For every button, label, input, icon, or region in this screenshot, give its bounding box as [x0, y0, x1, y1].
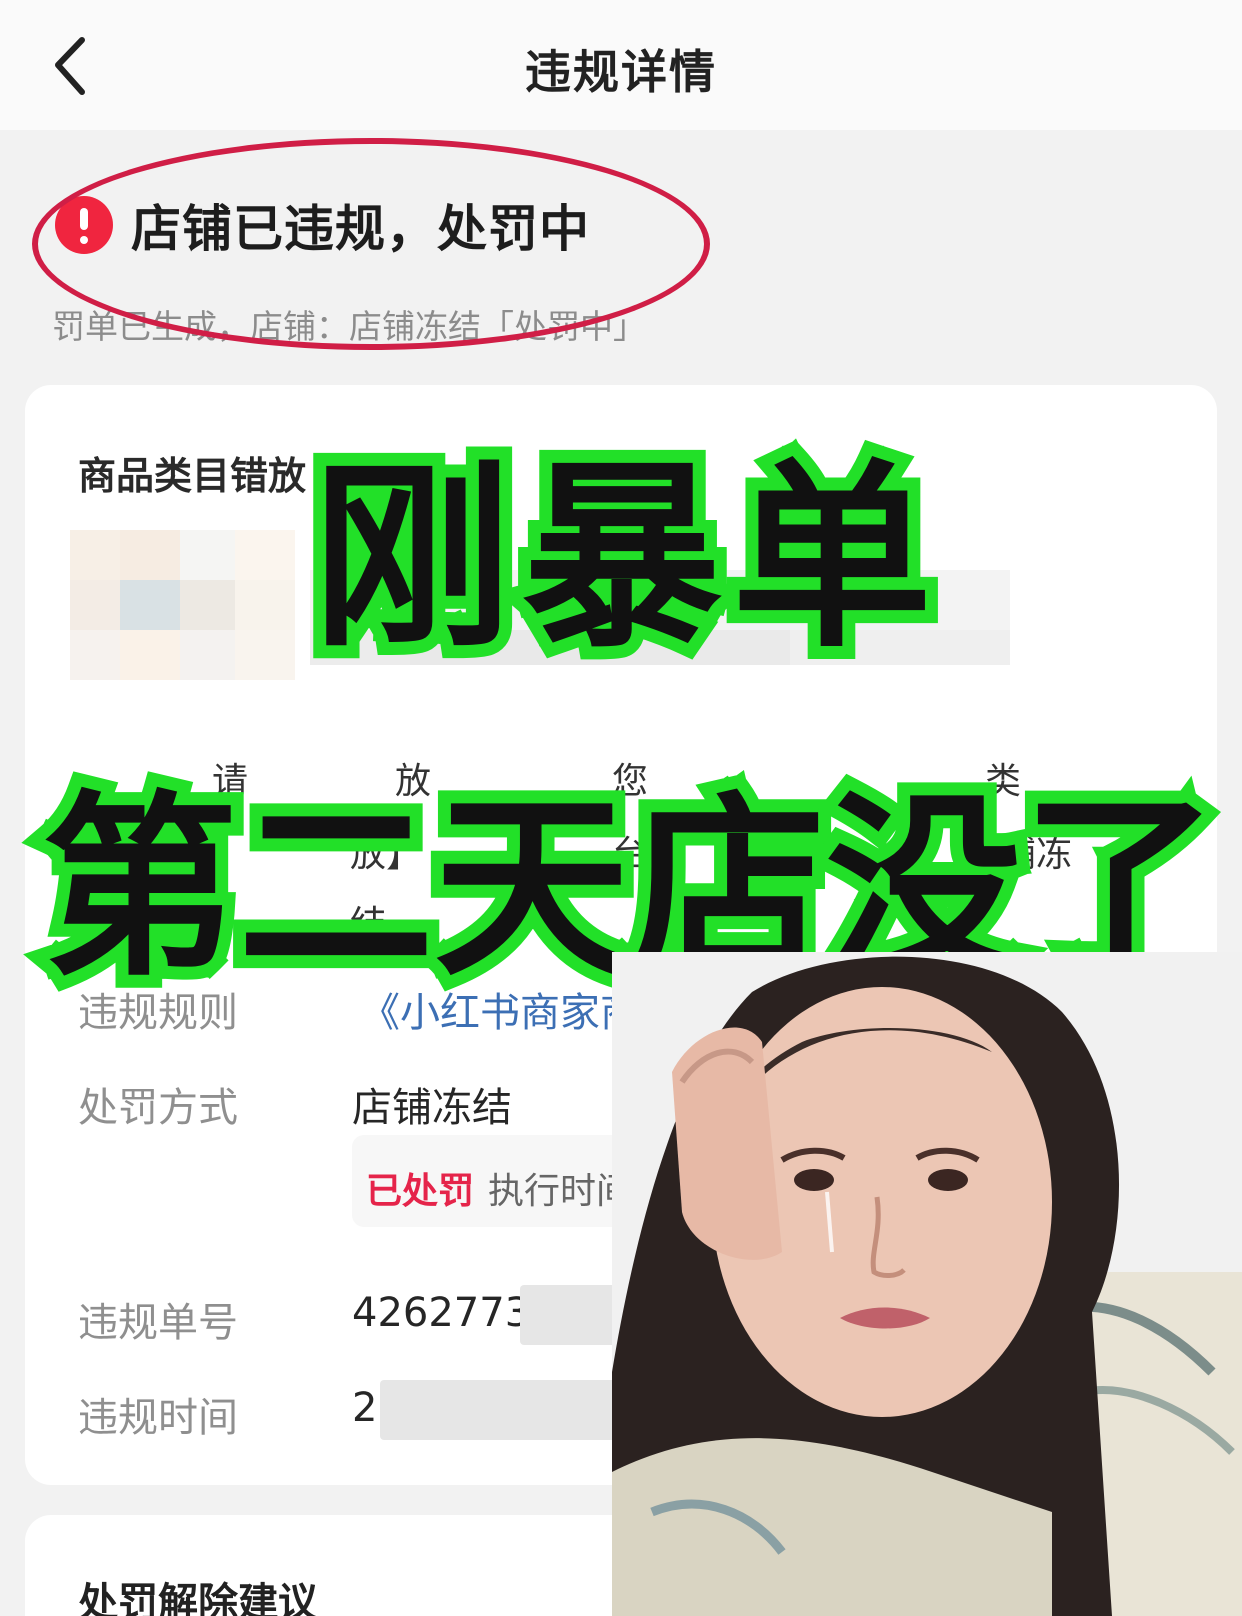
redacted-time	[380, 1380, 620, 1440]
penalty-method-value: 店铺冻结	[352, 1085, 512, 1131]
execution-time-label: 执行时间	[488, 1171, 633, 1212]
penalty-method-label: 处罚方式	[78, 1085, 238, 1131]
penalty-removal-heading: 处罚解除建议	[78, 1580, 318, 1616]
page-title: 违规详情	[525, 45, 717, 99]
red-highlight-circle	[32, 138, 710, 350]
violation-type-heading: 商品类目错放	[78, 454, 307, 498]
caption-line-1: 刚暴单	[299, 429, 945, 688]
violation-number-value: 4262773	[352, 1290, 531, 1336]
redacted-number	[520, 1285, 620, 1345]
crying-woman-photo	[612, 952, 1242, 1616]
nav-bar: 违规详情	[0, 0, 1242, 130]
penalty-status-chip: 已处罚	[366, 1171, 475, 1212]
violation-time-label: 违规时间	[78, 1395, 238, 1441]
violation-number-label: 违规单号	[78, 1300, 238, 1346]
violation-time-value: 2	[352, 1385, 378, 1431]
